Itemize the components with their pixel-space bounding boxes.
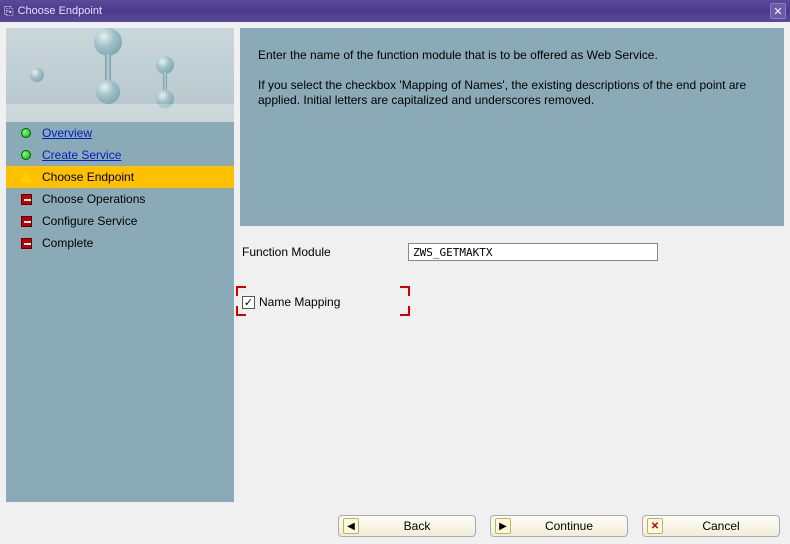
nav-item-label: Choose Endpoint (42, 170, 134, 184)
info-text-2: If you select the checkbox 'Mapping of N… (258, 78, 766, 109)
name-mapping-label: Name Mapping (259, 295, 340, 309)
nav-item-configure-service[interactable]: Configure Service (6, 210, 234, 232)
continue-button-label: Continue (515, 519, 623, 533)
highlight-bracket (236, 306, 246, 316)
info-text-1: Enter the name of the function module th… (258, 48, 766, 64)
cancel-button[interactable]: ✕ Cancel (642, 515, 780, 537)
nav-item-create-service[interactable]: Create Service (6, 144, 234, 166)
cancel-button-label: Cancel (667, 519, 775, 533)
status-pending-icon (20, 193, 32, 205)
button-bar: ◀ Back ▶ Continue ✕ Cancel (0, 508, 790, 544)
nav-item-choose-endpoint[interactable]: Choose Endpoint (6, 166, 234, 188)
window-icon: ⎘ (4, 4, 14, 19)
nav-item-choose-operations[interactable]: Choose Operations (6, 188, 234, 210)
wizard-nav: Overview Create Service Choose Endpoint … (6, 122, 234, 502)
status-current-icon (20, 171, 32, 183)
status-done-icon (20, 149, 32, 161)
titlebar: ⎘ Choose Endpoint ✕ (0, 0, 790, 22)
function-module-row: Function Module (240, 240, 784, 264)
info-panel: Enter the name of the function module th… (240, 28, 784, 226)
nav-item-label: Complete (42, 236, 93, 250)
close-button[interactable]: ✕ (770, 3, 786, 19)
continue-button[interactable]: ▶ Continue (490, 515, 628, 537)
form-area: Function Module ✓ Name Mapping (240, 226, 784, 502)
status-pending-icon (20, 237, 32, 249)
function-module-label: Function Module (242, 245, 408, 259)
name-mapping-row: ✓ Name Mapping (240, 292, 784, 312)
nav-item-label: Choose Operations (42, 192, 145, 206)
status-done-icon (20, 127, 32, 139)
continue-icon: ▶ (495, 518, 511, 534)
status-pending-icon (20, 215, 32, 227)
highlight-bracket (400, 306, 410, 316)
sidebar-decorative-image (6, 28, 234, 122)
back-icon: ◀ (343, 518, 359, 534)
nav-item-complete[interactable]: Complete (6, 232, 234, 254)
function-module-input[interactable] (408, 243, 658, 261)
main-content: Enter the name of the function module th… (240, 28, 784, 502)
nav-item-overview[interactable]: Overview (6, 122, 234, 144)
back-button-label: Back (363, 519, 471, 533)
highlight-bracket (236, 286, 246, 296)
nav-item-label: Configure Service (42, 214, 137, 228)
nav-item-label: Overview (42, 126, 92, 140)
wizard-sidebar: Overview Create Service Choose Endpoint … (6, 28, 234, 502)
highlight-bracket (400, 286, 410, 296)
nav-item-label: Create Service (42, 148, 121, 162)
cancel-icon: ✕ (647, 518, 663, 534)
window-title: Choose Endpoint (18, 5, 770, 17)
back-button[interactable]: ◀ Back (338, 515, 476, 537)
